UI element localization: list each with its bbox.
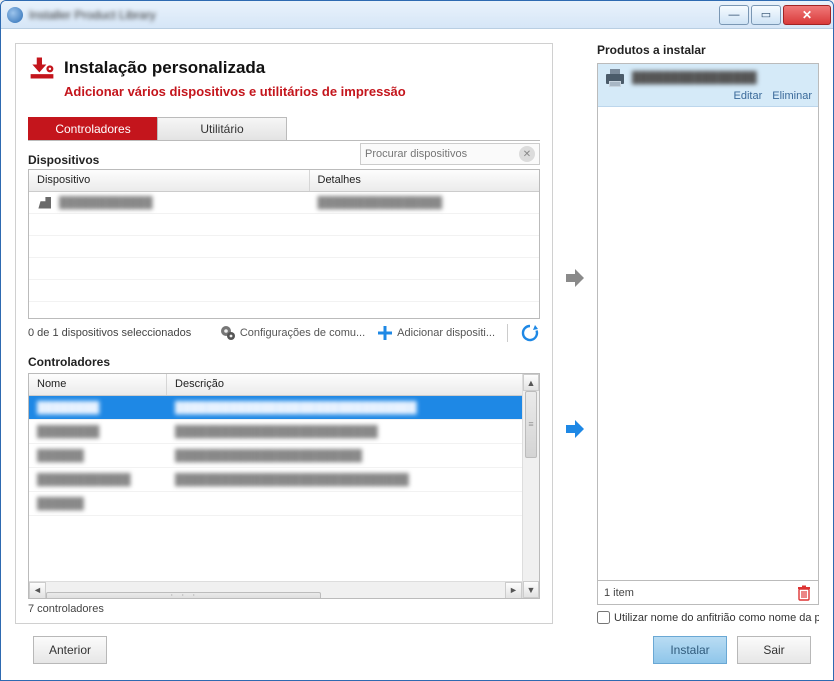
exit-button[interactable]: Sair bbox=[737, 636, 811, 664]
device-details: ████████████████ bbox=[318, 197, 443, 209]
refresh-icon bbox=[520, 323, 540, 343]
add-device-button[interactable]: Adicionar dispositi... bbox=[377, 325, 495, 341]
page-header: Instalação personalizada bbox=[28, 54, 540, 82]
arrow-right-icon bbox=[564, 267, 586, 289]
controller-row[interactable]: ██████ bbox=[29, 492, 522, 516]
close-button[interactable]: ✕ bbox=[783, 5, 831, 25]
hostname-checkbox[interactable] bbox=[597, 611, 610, 624]
controller-row[interactable]: ██████ ████████████████████████ bbox=[29, 444, 522, 468]
footer: Anterior Instalar Sair bbox=[15, 632, 819, 666]
products-footer: 1 item bbox=[597, 581, 819, 605]
scroll-thumb[interactable]: ⋮⋮⋮ bbox=[46, 592, 321, 598]
device-search[interactable]: ✕ bbox=[360, 143, 540, 165]
scroll-vthumb[interactable]: ≡ bbox=[525, 391, 537, 458]
trash-icon[interactable] bbox=[796, 585, 812, 601]
product-edit-link[interactable]: Editar bbox=[734, 90, 763, 102]
install-button[interactable]: Instalar bbox=[653, 636, 727, 664]
col-name[interactable]: Nome bbox=[29, 374, 167, 395]
vertical-scrollbar[interactable]: ▲ ≡ ▼ bbox=[522, 374, 539, 598]
installer-window: Installer Product Library — ▭ ✕ Instalaç… bbox=[0, 0, 834, 681]
controller-row[interactable]: ████████████ ███████████████████████████… bbox=[29, 468, 522, 492]
col-desc[interactable]: Descrição bbox=[167, 374, 522, 395]
device-name: ████████████ bbox=[59, 197, 153, 209]
page-title: Instalação personalizada bbox=[64, 58, 265, 78]
product-item[interactable]: ████████████████ Editar Eliminar bbox=[598, 64, 818, 107]
col-device[interactable]: Dispositivo bbox=[29, 170, 310, 191]
product-delete-link[interactable]: Eliminar bbox=[772, 90, 812, 102]
window-controls: — ▭ ✕ bbox=[719, 5, 831, 25]
device-toolbar: 0 de 1 dispositivos seleccionados Config… bbox=[28, 323, 540, 343]
hostname-checkbox-row[interactable]: Utilizar nome do anfitrião como nome da … bbox=[597, 611, 819, 624]
horizontal-scrollbar[interactable]: ◄ ⋮⋮⋮ ► bbox=[29, 581, 522, 598]
device-row[interactable]: ████████████ ████████████████ bbox=[29, 192, 539, 214]
tabs: Controladores Utilitário bbox=[28, 117, 540, 141]
left-panel: Instalação personalizada Adicionar vário… bbox=[15, 43, 553, 624]
client-area: Instalação personalizada Adicionar vário… bbox=[1, 29, 833, 680]
gear-icon bbox=[220, 325, 236, 341]
printer-small-icon bbox=[37, 197, 51, 209]
controllers-count: 7 controladores bbox=[28, 603, 540, 615]
page-subtitle: Adicionar vários dispositivos e utilitár… bbox=[64, 84, 540, 99]
titlebar: Installer Product Library — ▭ ✕ bbox=[1, 1, 833, 29]
maximize-button[interactable]: ▭ bbox=[751, 5, 781, 25]
install-icon bbox=[28, 54, 56, 82]
minimize-button[interactable]: — bbox=[719, 5, 749, 25]
arrow-right-icon bbox=[564, 418, 586, 440]
plus-icon bbox=[377, 325, 393, 341]
search-input[interactable] bbox=[365, 148, 519, 160]
products-count: 1 item bbox=[604, 587, 634, 599]
controller-row[interactable]: ████████ ██████████████████████████ bbox=[29, 420, 522, 444]
app-icon bbox=[7, 7, 23, 23]
refresh-button[interactable] bbox=[520, 323, 540, 343]
devices-selected-status: 0 de 1 dispositivos seleccionados bbox=[28, 327, 191, 339]
controller-row[interactable]: ████████ ███████████████████████████████ bbox=[29, 396, 522, 420]
hostname-checkbox-label: Utilizar nome do anfitrião como nome da … bbox=[614, 612, 819, 624]
window-title: Installer Product Library bbox=[29, 8, 719, 22]
controllers-table: Nome Descrição ████████ ████████████████… bbox=[28, 373, 540, 599]
controllers-section-title: Controladores bbox=[28, 355, 540, 369]
products-title: Produtos a instalar bbox=[597, 43, 819, 57]
back-button[interactable]: Anterior bbox=[33, 636, 107, 664]
devices-table: Dispositivo Detalhes ████████████ ██████… bbox=[28, 169, 540, 319]
scroll-up-icon[interactable]: ▲ bbox=[523, 374, 539, 391]
tab-controllers[interactable]: Controladores bbox=[28, 117, 158, 140]
printer-icon bbox=[604, 68, 626, 88]
tab-utility[interactable]: Utilitário bbox=[157, 117, 287, 140]
add-to-products-button[interactable] bbox=[564, 267, 586, 289]
col-details[interactable]: Detalhes bbox=[310, 170, 540, 191]
scroll-down-icon[interactable]: ▼ bbox=[523, 581, 539, 598]
products-list: ████████████████ Editar Eliminar bbox=[597, 63, 819, 581]
right-panel: Produtos a instalar ████████████████ bbox=[597, 43, 819, 624]
scroll-right-icon[interactable]: ► bbox=[505, 582, 522, 599]
clear-search-icon[interactable]: ✕ bbox=[519, 146, 535, 162]
scroll-left-icon[interactable]: ◄ bbox=[29, 582, 46, 599]
main-area: Instalação personalizada Adicionar vário… bbox=[15, 43, 819, 624]
transfer-column bbox=[561, 43, 589, 624]
product-name: ████████████████ bbox=[632, 72, 812, 84]
comm-settings-button[interactable]: Configurações de comu... bbox=[220, 325, 365, 341]
add-controller-to-products-button[interactable] bbox=[564, 418, 586, 440]
